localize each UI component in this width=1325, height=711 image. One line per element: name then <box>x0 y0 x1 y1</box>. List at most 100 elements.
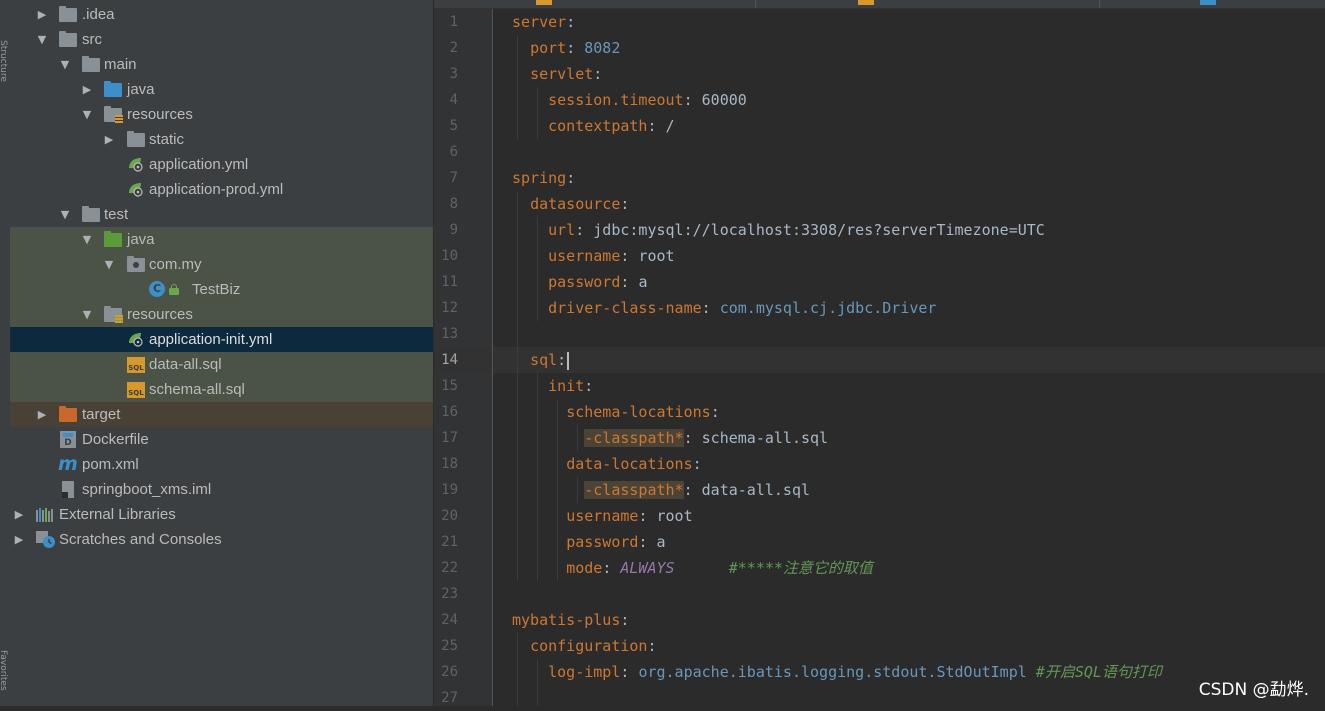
collapse-arrow-icon[interactable]: ▼ <box>59 202 71 227</box>
expand-arrow-icon[interactable]: ▶ <box>103 127 115 152</box>
spring-yml-icon <box>129 158 143 172</box>
tree-item-static[interactable]: ▶ static <box>10 127 433 152</box>
code-line-11: password: a <box>548 273 648 291</box>
tree-item-scratches-and-consoles[interactable]: ▶ Scratches and Consoles <box>10 527 433 552</box>
code-line-3: servlet: <box>530 65 603 83</box>
tree-item-dockerfile[interactable]: D Dockerfile <box>10 427 433 452</box>
line-number: 19 <box>441 482 458 498</box>
collapse-arrow-icon[interactable]: ▼ <box>103 252 115 277</box>
editor-gutter: 1 2 3 4 5 6 7 8 9 10 11 12 13 14 15 16 1… <box>434 9 506 706</box>
line-number: 21 <box>441 534 458 550</box>
editor-tab[interactable] <box>756 0 1100 8</box>
test-folder-icon <box>104 231 122 247</box>
line-number: 20 <box>441 508 458 524</box>
module-file-icon <box>62 481 74 498</box>
structure-tool-tab[interactable]: Structure <box>0 40 8 82</box>
tree-item-application-yml[interactable]: application.yml <box>10 152 433 177</box>
tree-item-data-all-sql[interactable]: SQL data-all.sql <box>10 352 433 377</box>
line-number: 18 <box>441 456 458 472</box>
line-number: 1 <box>449 14 458 30</box>
collapse-arrow-icon[interactable]: ▼ <box>81 227 93 252</box>
tree-item-target[interactable]: ▶ target <box>10 402 433 427</box>
folder-icon <box>82 56 100 72</box>
text-caret <box>567 351 570 370</box>
code-line-19: -classpath*: data-all.sql <box>584 481 811 499</box>
scratches-icon <box>36 531 55 548</box>
line-number: 2 <box>449 40 458 56</box>
tree-item-application-prod-yml[interactable]: application-prod.yml <box>10 177 433 202</box>
collapse-arrow-icon[interactable]: ▼ <box>81 102 93 127</box>
spring-yml-icon <box>129 333 143 347</box>
tree-item-test[interactable]: ▼ test <box>10 202 433 227</box>
code-line-22: mode: ALWAYS #*****注意它的取值 <box>566 559 873 577</box>
tree-item-idea[interactable]: ▶ .idea <box>10 2 433 27</box>
resources-folder-icon <box>104 106 123 123</box>
source-folder-icon <box>104 81 122 97</box>
line-number: 12 <box>441 300 458 316</box>
folder-icon <box>59 31 77 47</box>
folder-icon <box>59 6 77 22</box>
maven-icon: m <box>58 453 78 475</box>
code-line-8: datasource: <box>530 195 630 213</box>
sql-file-icon <box>536 0 552 5</box>
line-number: 22 <box>441 560 458 576</box>
line-number: 23 <box>441 586 458 602</box>
collapse-arrow-icon[interactable]: ▼ <box>36 27 48 52</box>
folder-icon <box>127 131 145 147</box>
file-icon <box>1200 0 1216 5</box>
expand-arrow-icon[interactable]: ▶ <box>36 402 48 427</box>
code-editor[interactable]: server: port: 8082 servlet: session.time… <box>493 9 1325 706</box>
tree-item-springboot-xms-iml[interactable]: springboot_xms.iml <box>10 477 433 502</box>
code-line-15: init: <box>548 377 594 395</box>
collapse-arrow-icon[interactable]: ▼ <box>81 302 93 327</box>
tree-item-com-my[interactable]: ▼ com.my <box>10 252 433 277</box>
tree-item-external-libraries[interactable]: ▶ External Libraries <box>10 502 433 527</box>
line-number: 16 <box>441 404 458 420</box>
expand-arrow-icon[interactable]: ▶ <box>13 502 25 527</box>
favorites-tool-tab[interactable]: Favorites <box>0 650 8 691</box>
line-number: 3 <box>449 66 458 82</box>
tree-item-main[interactable]: ▼ main <box>10 52 433 77</box>
tree-item-test-java[interactable]: ▼ java <box>10 227 433 252</box>
code-line-16: schema-locations: <box>566 403 720 421</box>
code-line-25: configuration: <box>530 637 657 655</box>
code-line-18: data-locations: <box>566 455 702 473</box>
editor-tab[interactable] <box>1100 0 1325 8</box>
sql-file-icon: SQL <box>127 357 145 373</box>
tree-item-testbiz[interactable]: C TestBiz <box>10 277 433 302</box>
tree-item-test-resources[interactable]: ▼ resources <box>10 302 433 327</box>
line-number: 24 <box>441 612 458 628</box>
code-line-1: server: <box>512 13 576 31</box>
excluded-folder-icon <box>59 406 77 422</box>
line-number: 25 <box>441 638 458 654</box>
line-number: 10 <box>441 248 458 264</box>
sql-file-icon <box>858 0 874 5</box>
expand-arrow-icon[interactable]: ▶ <box>13 527 25 552</box>
expand-arrow-icon[interactable]: ▶ <box>36 2 48 27</box>
tree-item-pom-xml[interactable]: m pom.xml <box>10 452 433 477</box>
line-number: 11 <box>441 274 458 290</box>
tree-item-application-init-yml[interactable]: application-init.yml <box>10 327 433 352</box>
expand-arrow-icon[interactable]: ▶ <box>81 77 93 102</box>
tree-item-main-resources[interactable]: ▼ resources <box>10 102 433 127</box>
code-line-20: username: root <box>566 507 693 525</box>
code-line-4: session.timeout: 60000 <box>548 91 747 109</box>
code-line-24: mybatis-plus: <box>512 611 630 629</box>
editor-tab[interactable] <box>434 0 756 8</box>
editor-tab-strip <box>434 0 1325 9</box>
sql-file-icon: SQL <box>127 382 145 398</box>
line-number-current: 14 <box>441 352 458 368</box>
test-resources-folder-icon <box>104 306 123 323</box>
line-number: 15 <box>441 378 458 394</box>
line-number: 27 <box>441 690 458 706</box>
tree-item-src[interactable]: ▼ src <box>10 27 433 52</box>
collapse-arrow-icon[interactable]: ▼ <box>59 52 71 77</box>
test-run-icon <box>169 284 179 295</box>
tree-item-schema-all-sql[interactable]: SQL schema-all.sql <box>10 377 433 402</box>
code-line-2: port: 8082 <box>530 39 621 57</box>
tree-item-main-java[interactable]: ▶ java <box>10 77 433 102</box>
code-line-7: spring: <box>512 169 576 187</box>
package-icon <box>127 256 145 272</box>
java-class-icon: C <box>149 281 165 297</box>
code-line-14: sql: <box>512 347 570 373</box>
